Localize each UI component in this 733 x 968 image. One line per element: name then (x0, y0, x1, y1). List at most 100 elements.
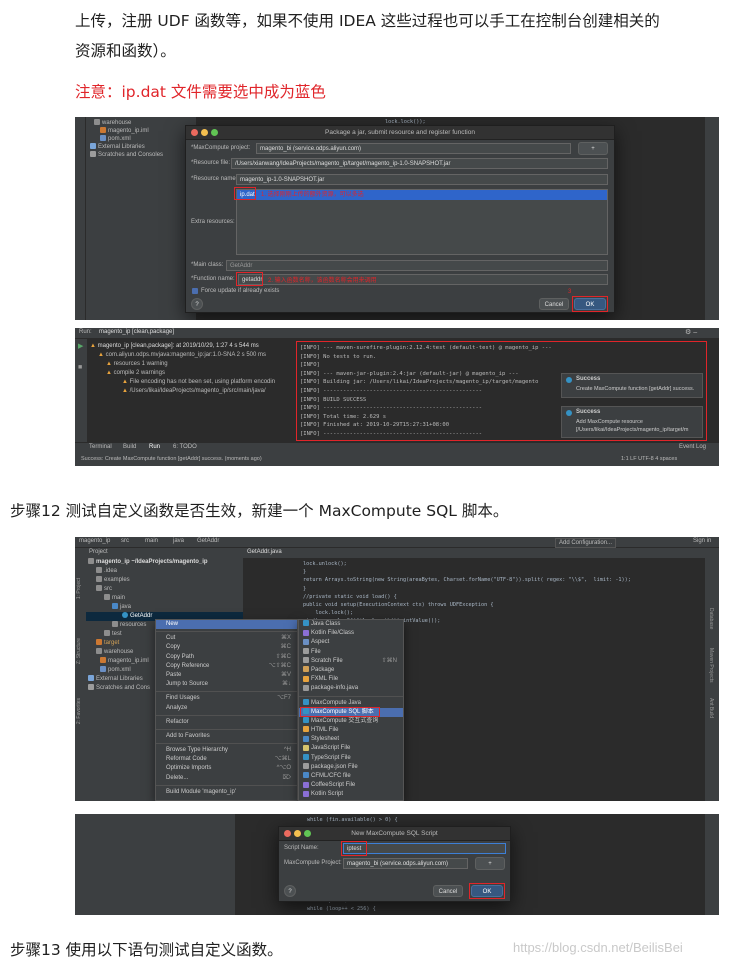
menu-item[interactable]: Delete... ⌦ (156, 774, 297, 783)
menu-item[interactable]: Copy Path ⇧⌘C (156, 653, 297, 662)
menu-item[interactable]: Optimize Imports ^⌥O (156, 764, 297, 773)
tree-item[interactable]: ▲ File encoding has not been set, using … (122, 378, 275, 387)
resource-name-field[interactable]: magento_ip-1.0-SNAPSHOT.jar (236, 174, 608, 185)
side-tab[interactable]: Maven Projects (708, 648, 714, 682)
menu-item[interactable]: Reformat Code ⌥⌘L (156, 755, 297, 764)
event-log-button[interactable]: Event Log (679, 444, 706, 450)
side-tab[interactable]: Ant Build (708, 698, 714, 718)
submenu-item[interactable]: Stylesheet (299, 735, 403, 744)
submenu-item[interactable]: Kotlin File/Class (299, 629, 403, 638)
stop-icon[interactable]: ■ (78, 364, 82, 371)
menu-item[interactable]: New (156, 620, 297, 630)
tab-run[interactable]: Run (149, 444, 160, 450)
tree-item[interactable]: Scratches and Cons (88, 684, 150, 693)
tree-item[interactable]: examples (96, 576, 130, 585)
notification-success[interactable]: Success Create MaxCompute function [getA… (561, 373, 703, 398)
project-panel-title[interactable]: Project (89, 549, 108, 555)
side-tab[interactable]: 2: Favorites (76, 698, 82, 724)
breadcrumb-item[interactable]: magento_ip (79, 538, 110, 544)
play-icon[interactable]: ▶ (78, 342, 83, 350)
sign-in-link[interactable]: Sign in (693, 538, 711, 544)
tab-todo[interactable]: 6: TODO (173, 444, 197, 450)
tree-item[interactable]: main (104, 594, 125, 603)
tree-item[interactable]: ▲ magento_ip [clean,package]: at 2019/10… (90, 342, 259, 351)
menu-item[interactable]: Browse Type Hierarchy ^H (156, 746, 297, 755)
tree-item[interactable]: ▲ com.aliyun.odps.mvjava:magento_ip:jar:… (98, 351, 266, 360)
submenu-item[interactable]: CFML/CFC file (299, 772, 403, 781)
tree-item[interactable]: ▲ resources 1 warning (106, 360, 168, 369)
submenu-item[interactable]: File (299, 647, 403, 657)
submenu-item[interactable]: Kotlin Script (299, 790, 403, 799)
side-tab[interactable]: Database (708, 608, 714, 629)
maximize-icon[interactable] (211, 129, 218, 136)
breadcrumb-item[interactable]: java (173, 538, 184, 544)
tree-item[interactable]: ▲ compile 2 warnings (106, 369, 165, 378)
cancel-button[interactable]: Cancel (539, 298, 569, 310)
submenu-item[interactable]: MaxCompute 交互式查询 (299, 717, 403, 726)
menu-item[interactable]: Refactor (156, 718, 297, 727)
resource-file-field[interactable]: /Users/xianwang/IdeaProjects/magento_ip/… (231, 158, 608, 169)
tree-item[interactable]: magento_ip.iml (100, 657, 149, 666)
submenu-item[interactable]: Aspect (299, 638, 403, 647)
menu-item[interactable]: Paste ⌘V (156, 671, 297, 680)
submenu-item[interactable]: Scratch File ⇧⌘N (299, 657, 403, 666)
side-tab[interactable]: Z: Structure (76, 638, 82, 664)
add-configuration-button[interactable]: Add Configuration... (555, 538, 617, 548)
menu-item[interactable]: Add to Favorites (156, 732, 297, 741)
minimize-icon[interactable] (201, 129, 208, 136)
menu-item[interactable]: Copy Reference ⌥⇧⌘C (156, 662, 297, 671)
submenu-item[interactable]: FXML File (299, 675, 403, 684)
tree-item[interactable]: pom.xml (100, 666, 131, 675)
tree-item[interactable]: target (96, 639, 119, 648)
menu-item[interactable]: Copy ⌘C (156, 643, 297, 652)
menu-item[interactable]: Analyze (156, 704, 297, 713)
tree-item[interactable]: warehouse (96, 648, 133, 657)
submenu-item[interactable]: package-info.java (299, 684, 403, 693)
submenu-item[interactable]: TypeScript File (299, 754, 403, 763)
tree-item[interactable]: resources (112, 621, 146, 630)
breadcrumb-item[interactable]: src (121, 538, 129, 544)
menu-item[interactable]: Jump to Source ⌘↓ (156, 680, 297, 689)
breadcrumb-item[interactable]: GetAddr (197, 538, 219, 544)
submenu-item[interactable]: JavaScript File (299, 744, 403, 753)
cancel-button[interactable]: Cancel (433, 885, 463, 897)
tree-item[interactable]: GetAddr (122, 612, 152, 621)
side-tab[interactable]: 1: Project (76, 578, 82, 599)
submenu-item[interactable]: Java Class (299, 620, 403, 629)
run-config-tab[interactable]: magento_ip [clean,package] (99, 329, 174, 335)
extra-resources-list[interactable]: ip.dat (236, 189, 608, 255)
help-button[interactable]: ? (191, 298, 203, 310)
breadcrumb-item[interactable]: main (145, 538, 158, 544)
main-class-field[interactable]: GetAddr (226, 260, 608, 271)
close-icon[interactable] (191, 129, 198, 136)
tree-item[interactable]: magento_ip ~/IdeaProjects/magento_ip (88, 558, 208, 567)
notification-success[interactable]: Success Add MaxCompute resource [/Users/… (561, 406, 703, 438)
tree-item[interactable]: java (112, 603, 131, 612)
submenu-item[interactable]: package.json File (299, 763, 403, 772)
gear-icon[interactable]: ⚙ – (685, 328, 697, 336)
add-project-button[interactable]: + (475, 857, 505, 870)
tree-item[interactable]: src (96, 585, 112, 594)
maxcompute-project-select[interactable]: magento_bi (service.odps.aliyun.com) (256, 143, 571, 154)
tab-getaddr-java[interactable]: GetAddr.java (247, 549, 282, 555)
close-icon[interactable] (284, 830, 291, 837)
tree-item[interactable]: Scratches and Consoles (90, 151, 163, 160)
menu-item[interactable]: Cut ⌘X (156, 634, 297, 643)
submenu-item[interactable]: CoffeeScript File (299, 781, 403, 790)
submenu-item[interactable]: Package (299, 666, 403, 675)
minimize-icon[interactable] (294, 830, 301, 837)
tree-item[interactable]: ▲ /Users/likai/IdeaProjects/magento_ip/s… (122, 387, 266, 396)
menu-item[interactable]: Find Usages ⌥F7 (156, 694, 297, 703)
tree-item[interactable]: .idea (96, 567, 117, 576)
tab-terminal[interactable]: Terminal (89, 444, 112, 450)
help-button[interactable]: ? (284, 885, 296, 897)
add-project-button[interactable]: + (578, 142, 608, 155)
maximize-icon[interactable] (304, 830, 311, 837)
submenu-item[interactable]: HTML File (299, 726, 403, 735)
checkbox[interactable] (192, 288, 198, 294)
tree-item[interactable]: External Libraries (88, 675, 143, 684)
menu-item[interactable]: Build Module 'magento_ip' (156, 788, 297, 797)
tab-build[interactable]: Build (123, 444, 136, 450)
project-select[interactable]: magento_bi (service.odps.aliyun.com) (343, 858, 468, 869)
script-name-field[interactable]: iptest (343, 843, 506, 854)
